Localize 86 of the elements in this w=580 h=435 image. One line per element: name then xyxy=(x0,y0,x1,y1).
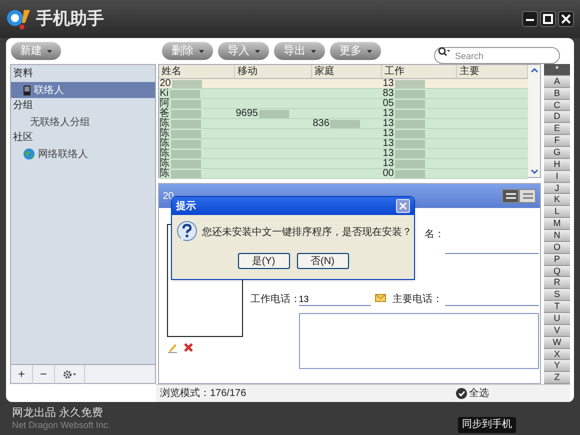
field-label: 主要电话： xyxy=(392,292,443,307)
letter-index-button[interactable]: T xyxy=(544,301,570,314)
letter-index-button[interactable]: W xyxy=(544,336,570,349)
table-row[interactable]: 陈 00 xyxy=(158,169,528,179)
window-title: 手机助手 xyxy=(36,8,104,30)
letter-index-button[interactable]: V xyxy=(544,324,570,337)
letter-index-button[interactable]: M xyxy=(544,218,570,230)
yes-button[interactable]: 是(Y) xyxy=(238,253,290,269)
letter-index-button[interactable]: A xyxy=(544,76,570,88)
table-cell: 阿 xyxy=(160,98,170,108)
field-label: 工作电话： xyxy=(250,292,301,307)
letter-index-button[interactable]: N xyxy=(544,230,570,242)
table-cell: 陈 xyxy=(160,148,170,158)
table-row[interactable]: 阿 05 xyxy=(158,99,528,109)
add-button[interactable]: + xyxy=(11,364,33,384)
sidebar-item[interactable]: 无联络人分组 xyxy=(11,114,155,130)
search-field[interactable]: Search xyxy=(434,47,560,64)
table-cell: 83 xyxy=(382,88,394,98)
letter-index-button[interactable]: Y xyxy=(544,360,570,372)
browse-mode-text: 浏览模式：176/176 xyxy=(160,386,246,401)
letter-index-button[interactable]: C xyxy=(544,100,570,112)
table-row[interactable]: Ki 83 xyxy=(158,89,528,99)
letter-index-button[interactable]: G xyxy=(544,147,570,159)
table-cell: 13 xyxy=(382,158,394,168)
letter-index-button[interactable]: I xyxy=(544,170,570,183)
letter-index-button[interactable]: O xyxy=(544,242,570,254)
table-cell: 13 xyxy=(382,138,394,148)
dialog-title: 提示 xyxy=(176,200,196,214)
letter-index-button[interactable]: L xyxy=(544,206,570,218)
column-header[interactable]: 移动 xyxy=(234,65,312,78)
no-button[interactable]: 否(N) xyxy=(296,253,348,269)
table-row[interactable]: 20 13 xyxy=(158,79,528,89)
company-name: Net Dragon Websoft Inc. xyxy=(12,420,110,430)
table-cell: 00 xyxy=(382,168,394,178)
table-cell: 陈 xyxy=(160,138,170,148)
table-cell: 13 xyxy=(382,148,394,158)
contact-name: 20 xyxy=(162,190,174,204)
letter-index-button[interactable]: X xyxy=(544,348,570,360)
letter-index-button[interactable]: B xyxy=(544,88,570,100)
letter-index-button[interactable]: S xyxy=(544,289,570,302)
dialog-message: 您还未安装中文一键排序程序，是否现在安装？ xyxy=(202,226,412,240)
letter-index-button[interactable]: Q xyxy=(544,266,570,278)
sync-to-phone-button[interactable]: 同步到手机 xyxy=(458,416,516,432)
select-all-button[interactable]: 全选 xyxy=(456,386,490,401)
table-row[interactable]: 陈 13 xyxy=(158,159,528,169)
table-cell: 13 xyxy=(382,118,394,128)
field-label: 名： xyxy=(424,228,445,242)
section-heading: 分组 xyxy=(12,99,34,113)
table-cell: 13 xyxy=(382,78,394,88)
table-cell: 爸 xyxy=(160,108,170,118)
table-cell: 陈 xyxy=(160,128,170,138)
letter-index-button[interactable]: R xyxy=(544,277,570,290)
table-row[interactable]: 陈 13 xyxy=(158,139,528,149)
table-cell: 陈 xyxy=(160,158,170,168)
table-row[interactable]: 陈 836 13 xyxy=(158,119,528,129)
sidebar-item[interactable]: 联络人 xyxy=(11,82,155,98)
footer-text: 网龙出品 永久免费 xyxy=(12,406,104,420)
table-cell: 836 xyxy=(312,118,330,128)
letter-index-button[interactable]: F xyxy=(544,135,570,148)
letter-index-button[interactable]: E xyxy=(544,123,570,136)
letter-index-button[interactable]: H xyxy=(544,158,570,171)
letter-index-button[interactable]: P xyxy=(544,254,570,266)
letter-index-button[interactable]: * xyxy=(544,64,570,76)
letter-index-button[interactable]: D xyxy=(544,111,570,124)
table-row[interactable]: 爸 9695 13 xyxy=(158,109,528,119)
table-cell: 13 xyxy=(382,108,394,118)
remove-button[interactable]: − xyxy=(33,364,55,384)
table-cell: 陈 xyxy=(160,118,170,128)
letter-index-button[interactable]: U xyxy=(544,313,570,325)
table-cell: Ki xyxy=(160,88,169,98)
letter-index-button[interactable]: J xyxy=(544,182,570,194)
table-cell: 05 xyxy=(382,98,394,108)
letter-index-button[interactable]: K xyxy=(544,194,570,206)
table-cell: 20 xyxy=(160,78,171,88)
table-cell: 13 xyxy=(382,128,394,138)
table-cell: 陈 xyxy=(160,168,170,178)
letter-index-button[interactable]: Z xyxy=(544,372,570,384)
table-row[interactable]: 陈 13 xyxy=(158,149,528,159)
section-heading: 社区 xyxy=(12,130,34,145)
column-header[interactable]: 家庭 xyxy=(312,65,382,78)
table-row[interactable]: 陈 13 xyxy=(158,129,528,139)
column-header[interactable]: 工作 xyxy=(382,65,457,78)
table-cell: 9695 xyxy=(236,108,258,118)
column-header[interactable]: 姓名 xyxy=(158,65,235,78)
sidebar-item[interactable]: 网络联络人 xyxy=(11,146,155,162)
section-heading: 资料 xyxy=(12,66,34,81)
